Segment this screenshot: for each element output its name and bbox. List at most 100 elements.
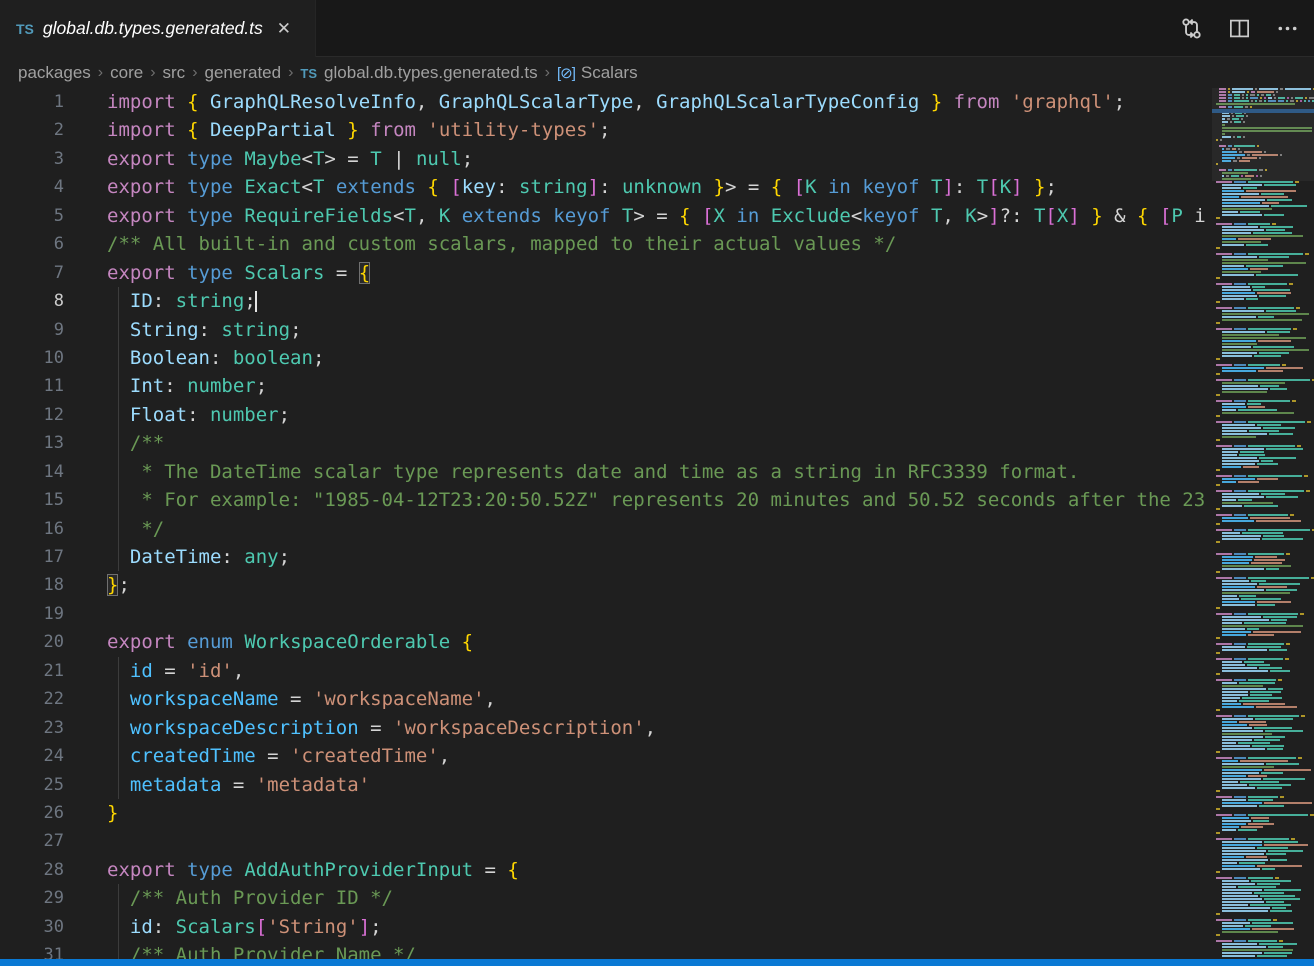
code-token: : (954, 176, 977, 198)
code-token: : (153, 916, 176, 938)
code-token: keyof (553, 205, 610, 227)
code-line[interactable]: createdTime = 'createdTime', (107, 742, 1212, 770)
code-line[interactable]: /** Auth Provider Name */ (107, 941, 1212, 959)
code-token: = (221, 774, 255, 796)
code-line[interactable]: /** Auth Provider ID */ (107, 884, 1212, 912)
tab-close-icon[interactable]: ✕ (277, 20, 291, 37)
code-token (725, 205, 736, 227)
code-token (176, 859, 187, 881)
code-line[interactable]: */ (107, 515, 1212, 543)
code-token: } (714, 176, 725, 198)
code-line[interactable]: export type RequireFields<T, K extends k… (107, 202, 1212, 230)
code-line[interactable]: id: Scalars['String']; (107, 913, 1212, 941)
line-number: 17 (0, 543, 64, 571)
code-token: type (187, 176, 233, 198)
indent-guide (118, 429, 119, 457)
code-line[interactable] (107, 827, 1212, 855)
breadcrumb-item-generated[interactable]: generated (205, 63, 282, 83)
breadcrumb-item-src[interactable]: src (163, 63, 186, 83)
code-token: T (622, 205, 633, 227)
breadcrumb-separator: › (545, 64, 550, 82)
code-token: ] (588, 176, 599, 198)
line-number: 21 (0, 657, 64, 685)
code-line[interactable]: export enum WorkspaceOrderable { (107, 628, 1212, 656)
breadcrumb-item-core[interactable]: core (110, 63, 143, 83)
code-line[interactable]: }; (107, 571, 1212, 599)
code-token: { (679, 205, 690, 227)
code-token: , (233, 660, 244, 682)
code-line[interactable]: String: string; (107, 316, 1212, 344)
code-token (416, 119, 427, 141)
indent-guide (118, 913, 119, 941)
code-line[interactable]: export type Maybe<T> = T | null; (107, 145, 1212, 173)
editor-tab[interactable]: TS global.db.types.generated.ts ✕ (0, 0, 316, 57)
minimap[interactable] (1212, 88, 1314, 959)
code-line[interactable]: ID: string; (107, 287, 1212, 315)
code-token: > = (324, 148, 370, 170)
breadcrumb-separator: › (98, 64, 103, 82)
code-token: T (313, 176, 324, 198)
indent-guide (118, 372, 119, 400)
code-token: T (313, 148, 324, 170)
code-line[interactable]: DateTime: any; (107, 543, 1212, 571)
split-editor-icon[interactable] (1222, 12, 1256, 46)
code-token: Exclude (771, 205, 851, 227)
code-line[interactable]: metadata = 'metadata' (107, 771, 1212, 799)
code-token: DateTime (130, 546, 222, 568)
code-token: in (736, 205, 759, 227)
code-line[interactable]: workspaceName = 'workspaceName', (107, 685, 1212, 713)
code-token: : (496, 176, 519, 198)
code-token: from (370, 119, 416, 141)
code-token: { (359, 262, 370, 284)
breadcrumb: packages›core›src›generated›TSglobal.db.… (0, 58, 1314, 88)
gutter: 1234567891011121314151617181920212223242… (0, 88, 64, 959)
code-token: T (977, 176, 988, 198)
code-token: string (519, 176, 588, 198)
indent-guide (118, 515, 119, 543)
breadcrumb-label: generated (205, 63, 282, 83)
indent-guide (118, 771, 119, 799)
code-line[interactable]: export type AddAuthProviderInput = { (107, 856, 1212, 884)
code-token (176, 148, 187, 170)
code-token (233, 205, 244, 227)
ts-file-icon: TS (16, 21, 34, 37)
code-line[interactable] (107, 600, 1212, 628)
code-token (691, 205, 702, 227)
code-line[interactable]: id = 'id', (107, 657, 1212, 685)
code-token: = (256, 745, 290, 767)
code-line[interactable]: /** (107, 429, 1212, 457)
code-line[interactable]: export type Scalars = { (107, 259, 1212, 287)
code-line[interactable]: export type Exact<T extends { [key: stri… (107, 173, 1212, 201)
code-token (782, 176, 793, 198)
code-line[interactable]: Boolean: boolean; (107, 344, 1212, 372)
code-line[interactable]: * The DateTime scalar type represents da… (107, 458, 1212, 486)
breadcrumb-label: src (163, 63, 186, 83)
indent-guide (118, 657, 119, 685)
breadcrumb-item-packages[interactable]: packages (18, 63, 91, 83)
code-line[interactable]: import { GraphQLResolveInfo, GraphQLScal… (107, 88, 1212, 116)
code-token: : (164, 375, 187, 397)
code-line[interactable]: workspaceDescription = 'workspaceDescrip… (107, 714, 1212, 742)
code-token (176, 119, 187, 141)
code-line[interactable]: * For example: "1985-04-12T23:20:50.52Z"… (107, 486, 1212, 514)
code-token: > = (633, 205, 679, 227)
line-number: 1 (0, 88, 64, 116)
code-line[interactable]: Float: number; (107, 401, 1212, 429)
breadcrumb-item-global-db-types-generated-ts[interactable]: TSglobal.db.types.generated.ts (300, 63, 537, 83)
code-token: { (507, 859, 518, 881)
code-line[interactable]: /** All built-in and custom scalars, map… (107, 230, 1212, 258)
breadcrumb-item-scalars[interactable]: [⊘]Scalars (557, 63, 638, 83)
indent-guide (118, 742, 119, 770)
code-line[interactable]: Int: number; (107, 372, 1212, 400)
code-editor[interactable]: 1234567891011121314151617181920212223242… (0, 88, 1212, 959)
editor-actions (1174, 0, 1304, 57)
code-line[interactable]: import { DeepPartial } from 'utility-typ… (107, 116, 1212, 144)
code-token: key (462, 176, 496, 198)
more-actions-icon[interactable] (1270, 12, 1304, 46)
indent-guide (118, 287, 119, 315)
minimap-viewport[interactable] (1212, 88, 1314, 181)
ts-file-icon: TS (300, 66, 317, 81)
code-line[interactable]: } (107, 799, 1212, 827)
code-token: P (1171, 205, 1182, 227)
open-changes-icon[interactable] (1174, 12, 1208, 46)
